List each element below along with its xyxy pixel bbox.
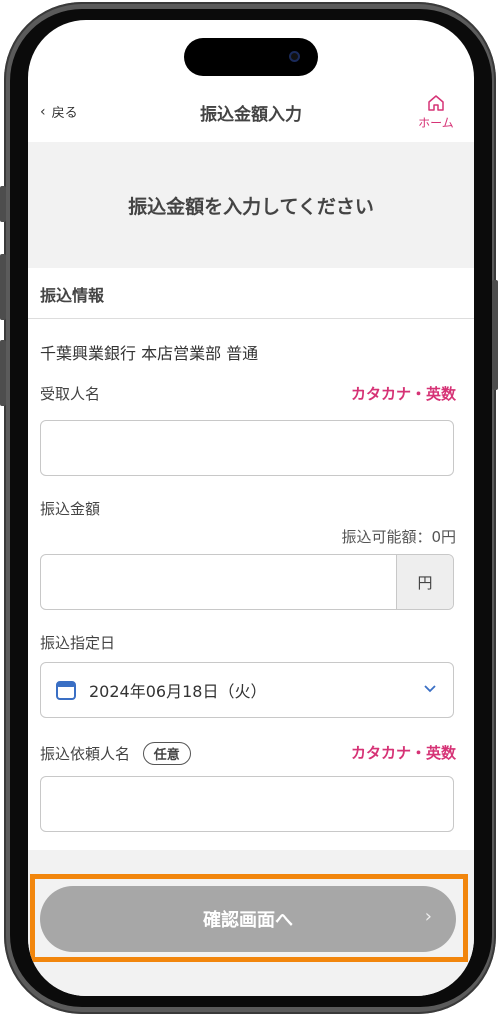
calendar-icon (56, 681, 76, 700)
requester-label: 振込依頼人名 任意 (40, 742, 191, 765)
dynamic-island (184, 38, 318, 76)
app-header: ‹ 戻る 振込金額入力 ホーム (28, 90, 474, 142)
bank-info: 千葉興業銀行 本店営業部 普通 (40, 344, 259, 363)
requester-label-text: 振込依頼人名 (40, 745, 131, 763)
available-amount: 振込可能額：0円 (341, 528, 456, 546)
section-title: 振込情報 (40, 286, 105, 305)
instruction-banner: 振込金額を入力してください (28, 142, 474, 268)
chevron-down-icon (424, 685, 436, 693)
requester-hint: カタカナ・英数 (350, 744, 456, 762)
date-label: 振込指定日 (40, 634, 116, 652)
date-select[interactable]: 2024年06月18日（火） (40, 662, 454, 718)
yen-unit: 円 (396, 555, 453, 609)
requester-name-input[interactable] (40, 776, 454, 832)
home-label: ホーム (418, 116, 454, 130)
side-button-volume-down (0, 340, 6, 406)
highlight-frame (30, 874, 468, 962)
side-button-power (492, 280, 498, 390)
optional-badge: 任意 (142, 742, 191, 765)
side-button-volume-up (0, 254, 6, 320)
section-header: 振込情報 (28, 268, 474, 319)
recipient-name-input[interactable] (40, 420, 454, 476)
recipient-label: 受取人名 (40, 385, 101, 403)
home-button[interactable]: ホーム (414, 94, 458, 131)
side-button-mute (0, 186, 6, 222)
screen: ‹ 戻る 振込金額入力 ホーム 振込金額を入力してください 振込情報 千葉興業銀… (28, 20, 474, 996)
date-value: 2024年06月18日（火） (89, 682, 267, 701)
amount-label: 振込金額 (40, 500, 101, 518)
camera-icon (289, 51, 300, 62)
amount-input[interactable]: 円 (40, 554, 454, 610)
home-icon (428, 95, 444, 111)
page-title: 振込金額入力 (200, 105, 302, 125)
recipient-hint: カタカナ・英数 (350, 385, 456, 403)
